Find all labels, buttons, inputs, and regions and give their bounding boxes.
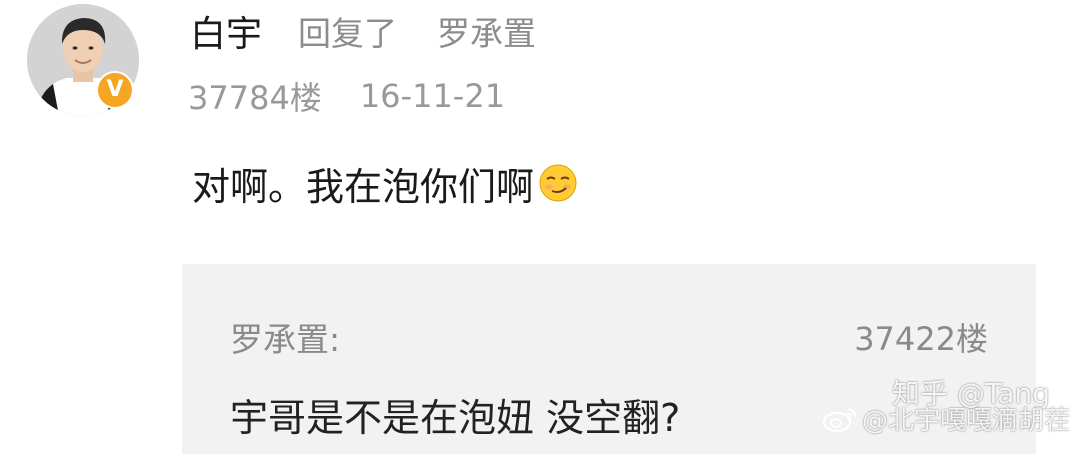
quoted-floor: 37422楼: [854, 320, 988, 358]
weibo-watermark-text: @北宇嘎嘎滴胡茬: [861, 406, 1070, 436]
comment-meta: 37784楼 16-11-21: [188, 74, 505, 118]
quoted-text: 宇哥是不是在泡妞 没空翻?: [230, 395, 681, 440]
comment-body: 对啊。我在泡你们啊: [192, 155, 578, 211]
comment-text: 对啊。我在泡你们啊: [192, 164, 535, 209]
verified-badge: V: [96, 71, 134, 109]
weibo-watermark: @北宇嘎嘎滴胡茬: [822, 400, 1070, 437]
verified-v-icon: V: [106, 77, 124, 102]
comment-date: 16-11-21: [359, 77, 506, 115]
reply-verb: 回复了: [298, 14, 398, 53]
comment-header: 白宇 回复了 罗承置: [190, 5, 536, 57]
smirk-emoji-icon: [538, 163, 578, 203]
username-link[interactable]: 白宇: [190, 5, 262, 57]
reply-target-link[interactable]: 罗承置: [437, 7, 536, 55]
quoted-author[interactable]: 罗承置:: [230, 314, 340, 360]
weibo-logo-icon: [822, 405, 858, 433]
floor-number: 37784楼: [188, 79, 322, 117]
